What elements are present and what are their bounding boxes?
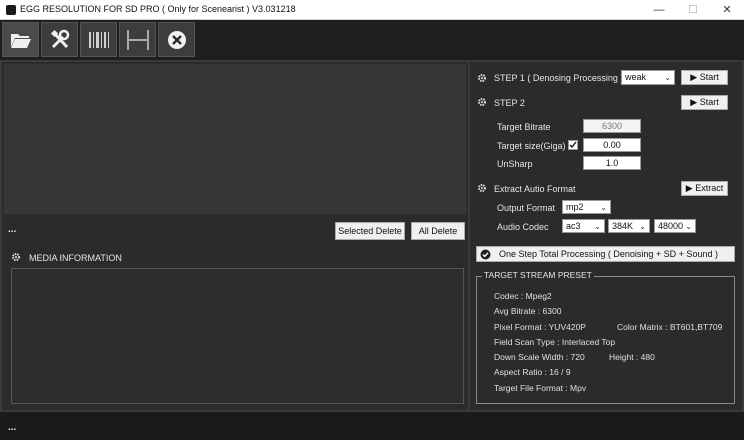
sample-rate-value: 48000 [658, 221, 684, 231]
play-icon: ▶ [685, 183, 696, 193]
play-icon: ▶ [690, 97, 700, 107]
media-info-title: MEDIA INFORMATION [29, 253, 122, 263]
resize-button[interactable] [119, 22, 156, 57]
audio-codec-value: ac3 [566, 221, 581, 231]
target-bitrate-label: Target Bitrate [497, 122, 551, 132]
output-format-select[interactable]: mp2 ⌄ [562, 200, 611, 214]
unsharp-label: UnSharp [497, 159, 533, 169]
chevron-down-icon: ⌄ [685, 222, 692, 231]
media-info-box [11, 268, 464, 404]
audio-codec-select[interactable]: ac3 ⌄ [562, 219, 605, 233]
audio-codec-label: Audio Codec [497, 222, 549, 232]
step1-title: STEP 1 ( Denosing Processing ) [494, 73, 624, 83]
chevron-down-icon: ⌄ [664, 73, 671, 82]
sample-rate-select[interactable]: 48000 ⌄ [654, 219, 696, 233]
play-icon: ▶ [690, 72, 700, 82]
one-step-button[interactable]: One Step Total Processing ( Denoising + … [476, 246, 735, 262]
minimize-button[interactable]: — [642, 0, 676, 20]
checkmark-icon [569, 141, 577, 149]
open-file-button[interactable] [2, 22, 39, 57]
target-size-label: Target size(Giga) [497, 141, 566, 151]
chevron-down-icon: ⌄ [639, 222, 646, 231]
preset-field-scan: Field Scan Type : Interlaced Top [494, 337, 616, 347]
file-path-label: ... [8, 224, 17, 235]
selected-delete-button[interactable]: Selected Delete [335, 222, 405, 240]
all-delete-button[interactable]: All Delete [411, 222, 465, 240]
preset-codec: Codec : Mpeg2 [494, 291, 552, 301]
gear-icon [477, 183, 487, 195]
close-window-button[interactable]: ✕ [710, 0, 744, 20]
barcode-icon [88, 31, 109, 48]
settings-button[interactable] [41, 22, 78, 57]
cancel-button[interactable] [158, 22, 195, 57]
output-format-value: mp2 [566, 202, 584, 212]
preset-height: Height : 480 [609, 352, 655, 362]
preset-pixel-format: Pixel Format : YUV420P [494, 322, 586, 332]
folder-open-icon [10, 33, 31, 48]
step1-start-button[interactable]: ▶ Start [681, 70, 728, 85]
file-list-area[interactable] [4, 64, 466, 214]
tools-icon [50, 29, 69, 48]
step2-start-label: Start [699, 97, 719, 107]
gear-icon [11, 252, 21, 264]
barcode-button[interactable] [80, 22, 117, 57]
window-title: EGG RESOLUTION FOR SD PRO ( Only for Sce… [20, 4, 296, 14]
chevron-down-icon: ⌄ [594, 222, 601, 231]
step1-mode-value: weak [625, 72, 647, 82]
extract-title: Extract Autio Format [494, 184, 576, 194]
check-circle-icon [480, 249, 491, 260]
audio-bitrate-select[interactable]: 384K ⌄ [608, 219, 650, 233]
resize-width-icon [126, 29, 149, 50]
preset-title: TARGET STREAM PRESET [482, 270, 594, 280]
step1-mode-select[interactable]: weak ⌄ [621, 70, 675, 85]
preset-color-matrix: Color Matrix : BT601,BT709 [617, 322, 723, 332]
gear-icon [477, 97, 487, 109]
step2-title: STEP 2 [494, 98, 525, 108]
chevron-down-icon: ⌄ [600, 203, 607, 212]
preset-down-scale-width: Down Scale Width : 720 [494, 352, 585, 362]
extract-label: Extract [695, 183, 724, 193]
preset-avg-bitrate: Avg Bitrate : 6300 [494, 306, 562, 316]
audio-bitrate-value: 384K [612, 221, 634, 231]
status-bar: ... [0, 412, 744, 440]
target-size-input[interactable]: 0.00 [583, 138, 641, 152]
output-format-label: Output Format [497, 203, 556, 213]
extract-button[interactable]: ▶ Extract [681, 181, 728, 196]
preset-file-format: Target File Format : Mpv [494, 383, 587, 393]
status-text: ... [8, 422, 17, 433]
one-step-label: One Step Total Processing ( Denoising + … [499, 249, 718, 259]
close-circle-icon [167, 30, 186, 49]
unsharp-input[interactable]: 1.0 [583, 156, 641, 170]
gear-icon [477, 73, 487, 85]
step2-start-button[interactable]: ▶ Start [681, 95, 728, 110]
app-icon [6, 5, 16, 15]
maximize-button[interactable]: ☐ [676, 0, 710, 20]
preset-aspect-ratio: Aspect Ratio : 16 / 9 [494, 367, 571, 377]
step1-start-label: Start [699, 72, 719, 82]
target-size-checkbox[interactable] [568, 140, 578, 150]
title-bar: EGG RESOLUTION FOR SD PRO ( Only for Sce… [0, 0, 744, 20]
target-bitrate-input[interactable]: 6300 [583, 119, 641, 133]
